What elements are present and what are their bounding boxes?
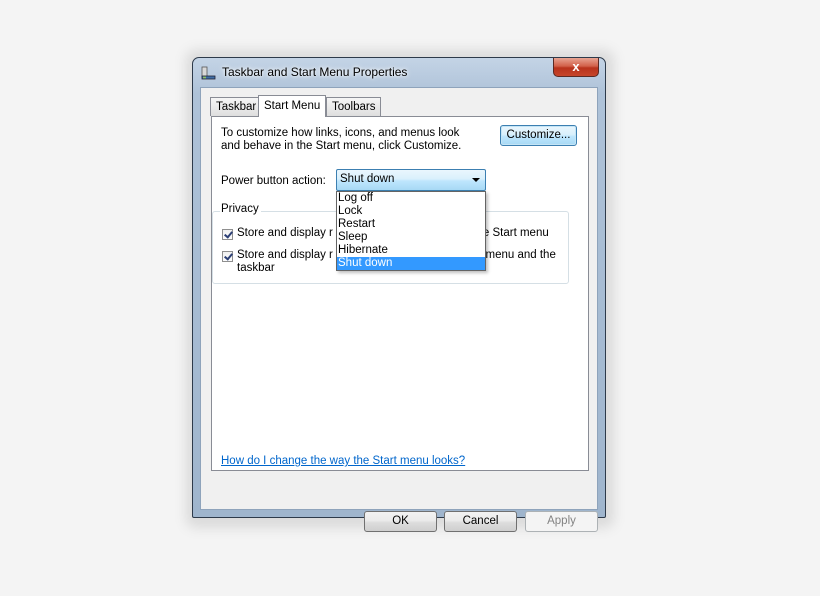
dropdown-arrow-icon[interactable] <box>472 178 480 182</box>
window-title: Taskbar and Start Menu Properties <box>222 65 408 79</box>
help-link[interactable]: How do I change the way the Start menu l… <box>221 455 465 467</box>
dialog-client: Taskbar Start Menu Toolbars To customize… <box>200 87 598 532</box>
option-restart[interactable]: Restart <box>337 218 485 231</box>
tab-label: Toolbars <box>332 101 376 113</box>
tab-label: Taskbar <box>216 101 257 113</box>
start-menu-panel: To customize how links, icons, and menus… <box>211 116 589 471</box>
power-options-dropdown: Log off Lock Restart Sleep Hibernate Shu… <box>336 191 486 271</box>
tab-start-menu[interactable]: Start Menu <box>258 95 327 117</box>
option-hibernate[interactable]: Hibernate <box>337 244 485 257</box>
option-shut-down[interactable]: Shut down <box>337 257 485 270</box>
apply-button[interactable]: Apply <box>525 511 598 532</box>
checkbox-label-part: taskbar <box>237 262 275 274</box>
checkbox-checked[interactable] <box>222 229 233 240</box>
option-log-off[interactable]: Log off <box>337 192 485 205</box>
customize-button[interactable]: Customize... <box>500 125 577 146</box>
ok-button[interactable]: OK <box>364 511 437 532</box>
cancel-button[interactable]: Cancel <box>444 511 517 532</box>
checkbox-label-part: e Start menu <box>482 227 549 239</box>
checkbox-label-part: Store and display r <box>237 249 333 261</box>
privacy-legend: Privacy <box>220 203 261 215</box>
close-icon: x <box>572 59 580 74</box>
combobox-value: Shut down <box>340 173 395 185</box>
title-bar[interactable]: Taskbar and Start Menu Properties x <box>193 58 605 86</box>
tab-label: Start Menu <box>264 100 321 112</box>
customize-description: To customize how links, icons, and menus… <box>221 127 462 152</box>
option-sleep[interactable]: Sleep <box>337 231 485 244</box>
close-button[interactable]: x <box>553 58 599 77</box>
power-button-label: Power button action: <box>221 175 326 187</box>
power-button-combobox[interactable]: Shut down <box>336 169 486 191</box>
checkbox-label-part: Store and display r <box>237 227 333 239</box>
option-lock[interactable]: Lock <box>337 205 485 218</box>
tab-toolbars[interactable]: Toolbars <box>326 97 382 116</box>
properties-window: Taskbar and Start Menu Properties x Task… <box>192 57 606 532</box>
tab-taskbar[interactable]: Taskbar <box>210 97 263 116</box>
taskbar-app-icon <box>201 66 216 80</box>
checkbox-checked[interactable] <box>222 251 233 262</box>
